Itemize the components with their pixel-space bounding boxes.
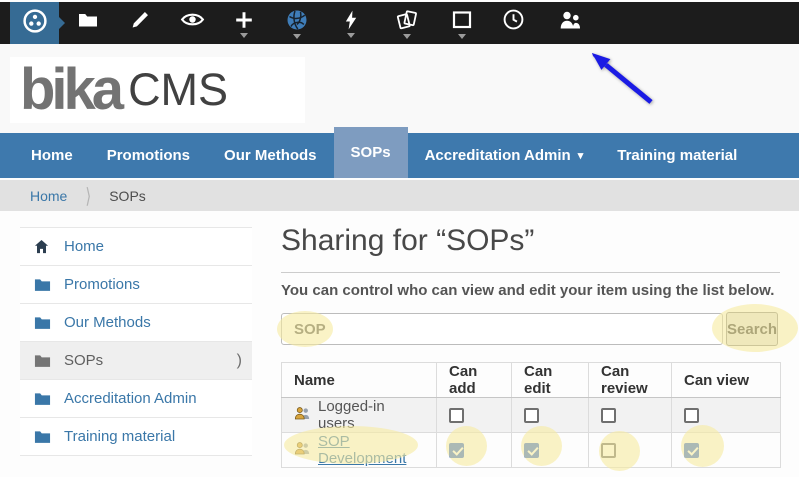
lightning-icon	[340, 9, 362, 31]
can-view-checkbox[interactable]	[684, 408, 699, 423]
folder-icon	[34, 392, 51, 406]
main-navigation: Home Promotions Our Methods SOPs Accredi…	[0, 133, 799, 178]
plone-toolbar	[0, 2, 799, 44]
nav-item-our-methods[interactable]: Our Methods	[207, 133, 334, 178]
group-icon	[294, 406, 311, 424]
can-edit-checkbox[interactable]	[524, 443, 539, 458]
group-name: Logged-in users	[318, 398, 424, 432]
breadcrumb-separator-icon: ⟩	[85, 183, 91, 208]
sidebar-item-promotions[interactable]: Promotions	[20, 266, 252, 304]
sharing-permissions-table: Name Can add Can edit Can review Can vie…	[281, 362, 781, 468]
group-link-sop-development[interactable]: SOP Development	[318, 433, 424, 467]
nav-item-training-material[interactable]: Training material	[600, 133, 754, 178]
sidebar-item-label: Accreditation Admin	[64, 390, 197, 407]
nav-item-accreditation-admin[interactable]: Accreditation Admin ▾	[408, 133, 601, 178]
sidebar-item-training-material[interactable]: Training material	[20, 418, 252, 456]
can-edit-checkbox[interactable]	[524, 408, 539, 423]
display-button[interactable]	[440, 2, 484, 44]
eye-icon	[180, 7, 205, 32]
home-icon	[34, 239, 51, 254]
breadcrumb: Home ⟩ SOPs	[0, 180, 799, 211]
sidebar-item-label: Our Methods	[64, 314, 151, 331]
globe-icon	[285, 8, 309, 32]
plone-menu-button[interactable]	[10, 2, 59, 44]
plus-icon	[233, 9, 255, 31]
column-header-can-edit: Can edit	[512, 363, 589, 398]
sidebar-item-label: Home	[64, 238, 104, 255]
can-review-checkbox[interactable]	[601, 443, 616, 458]
folder-icon	[34, 430, 51, 444]
can-add-checkbox[interactable]	[449, 443, 464, 458]
sidebar-item-label: SOPs	[64, 352, 103, 369]
view-button[interactable]	[170, 2, 214, 44]
pencil-icon	[129, 8, 152, 31]
user-group-search-input[interactable]	[281, 313, 723, 345]
navigation-portlet: Home Promotions Our Methods SOPs ) Accre…	[20, 227, 252, 456]
chevron-down-icon	[403, 34, 411, 39]
sharing-description: You can control who can view and edit yo…	[281, 282, 780, 299]
column-header-can-add: Can add	[437, 363, 512, 398]
site-logo[interactable]: bika CMS	[10, 57, 305, 123]
group-icon	[294, 441, 311, 459]
actions-button[interactable]	[329, 2, 373, 44]
sharing-search-form: Search	[281, 312, 780, 347]
sidebar-item-home[interactable]: Home	[20, 228, 252, 266]
manage-content-button[interactable]	[385, 2, 429, 44]
nav-item-home[interactable]: Home	[14, 133, 90, 178]
edit-button[interactable]	[118, 2, 162, 44]
logo-text-bika: bika	[20, 61, 120, 119]
breadcrumb-home-link[interactable]: Home	[30, 188, 67, 204]
column-header-can-view: Can view	[672, 363, 781, 398]
chevron-down-icon	[240, 33, 248, 38]
can-view-checkbox[interactable]	[684, 443, 699, 458]
nav-item-sops[interactable]: SOPs	[334, 127, 408, 178]
current-item-chevron-icon: )	[237, 352, 242, 370]
copy-pages-icon	[395, 8, 419, 32]
table-row-sop-development: SOP Development	[282, 433, 781, 468]
breadcrumb-current: SOPs	[109, 188, 146, 204]
site-header: bika CMS	[0, 44, 799, 133]
chevron-down-icon	[458, 34, 466, 39]
history-button[interactable]	[491, 2, 535, 44]
folder-icon	[34, 354, 51, 368]
column-header-name: Name	[282, 363, 437, 398]
nav-item-promotions[interactable]: Promotions	[90, 133, 207, 178]
nav-item-label: Accreditation Admin	[425, 147, 571, 164]
folder-icon	[76, 8, 100, 32]
main-content: Sharing for “SOPs” You can control who c…	[281, 222, 780, 468]
dropdown-caret-icon: ▾	[578, 149, 584, 162]
workflow-state-button[interactable]	[275, 2, 319, 44]
page-title: Sharing for “SOPs”	[281, 222, 780, 260]
search-button[interactable]: Search	[726, 312, 778, 346]
clock-icon	[502, 8, 525, 31]
folder-icon	[34, 316, 51, 330]
sidebar-item-sops[interactable]: SOPs )	[20, 342, 252, 380]
display-rect-icon	[450, 8, 474, 32]
logo-text-cms: CMS	[128, 65, 228, 115]
sidebar-item-label: Training material	[64, 428, 175, 445]
chevron-down-icon	[347, 33, 355, 38]
table-header-row: Name Can add Can edit Can review Can vie…	[282, 363, 781, 398]
sharing-button[interactable]	[548, 2, 592, 44]
can-add-checkbox[interactable]	[449, 408, 464, 423]
table-row-logged-in-users: Logged-in users	[282, 398, 781, 433]
column-header-can-review: Can review	[589, 363, 672, 398]
contents-button[interactable]	[66, 2, 110, 44]
can-review-checkbox[interactable]	[601, 408, 616, 423]
title-divider	[281, 272, 780, 273]
plone-logo-icon	[22, 8, 48, 39]
sidebar-item-label: Promotions	[64, 276, 140, 293]
add-new-button[interactable]	[222, 2, 266, 44]
sidebar-item-accreditation-admin[interactable]: Accreditation Admin	[20, 380, 252, 418]
folder-icon	[34, 278, 51, 292]
sidebar-item-our-methods[interactable]: Our Methods	[20, 304, 252, 342]
users-icon	[557, 8, 584, 32]
chevron-down-icon	[293, 34, 301, 39]
